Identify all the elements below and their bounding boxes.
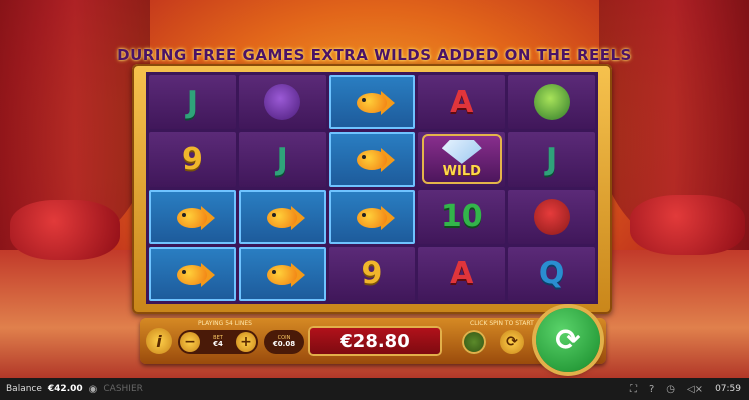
goldfish-icon bbox=[349, 144, 395, 174]
goldfish-icon bbox=[349, 202, 395, 232]
goldfish-symbol bbox=[328, 132, 416, 187]
spin-hint: CLICK SPIN TO START bbox=[470, 320, 534, 327]
symbol-9: 9 bbox=[328, 246, 416, 301]
sound-icon[interactable]: ◁× bbox=[687, 384, 703, 395]
goldfish-icon bbox=[169, 202, 216, 232]
symbol-j: J bbox=[238, 132, 326, 187]
bird-icon bbox=[264, 84, 301, 121]
coin-display[interactable]: COIN €0.08 bbox=[264, 330, 304, 354]
control-bar: i PLAYING 54 LINES − BET €4 + COIN €0.08… bbox=[140, 308, 606, 372]
butterfly-symbol bbox=[508, 75, 595, 130]
pillow-left bbox=[10, 200, 120, 260]
symbol-label: 9 bbox=[361, 256, 383, 292]
bet-control: − BET €4 + bbox=[178, 330, 258, 354]
symbol-label: A bbox=[450, 256, 474, 292]
bet-value: €4 bbox=[213, 340, 223, 348]
symbol-label: Q bbox=[538, 256, 565, 292]
goldfish-symbol bbox=[238, 189, 326, 244]
goldfish-icon bbox=[259, 202, 306, 232]
autoplay-button[interactable] bbox=[462, 330, 486, 354]
clock: 07:59 bbox=[715, 384, 741, 394]
goldfish-symbol bbox=[149, 189, 236, 244]
symbol-label: 9 bbox=[181, 141, 203, 177]
symbol-label: J bbox=[186, 84, 198, 120]
fullscreen-icon[interactable]: ⛶ bbox=[630, 384, 637, 395]
playing-lines-label: PLAYING 54 LINES bbox=[198, 320, 252, 327]
symbol-label: J bbox=[546, 141, 558, 177]
parrot-symbol bbox=[508, 189, 595, 244]
coin-value: €0.08 bbox=[272, 340, 296, 348]
balance-value: €42.00 bbox=[47, 384, 83, 394]
parrot-icon bbox=[533, 198, 570, 235]
bird-symbol bbox=[238, 75, 326, 130]
goldfish-icon bbox=[169, 259, 216, 289]
reel-frame: J A 9 J WILD J 10 9 A Q bbox=[132, 64, 612, 314]
win-amount: €28.80 bbox=[308, 326, 442, 356]
bet-decrease-button[interactable]: − bbox=[180, 332, 200, 352]
symbol-a: A bbox=[418, 246, 506, 301]
pillow-right bbox=[630, 195, 745, 255]
symbol-a: A bbox=[418, 75, 506, 130]
turbo-button[interactable]: ⟳ bbox=[500, 330, 524, 354]
goldfish-symbol bbox=[238, 246, 326, 301]
info-button[interactable]: i bbox=[146, 328, 172, 354]
help-icon[interactable]: ? bbox=[649, 384, 654, 395]
bet-display: BET €4 bbox=[213, 336, 223, 348]
symbol-label: 10 bbox=[440, 199, 483, 235]
goldfish-icon bbox=[349, 87, 395, 117]
symbol-label: J bbox=[276, 141, 288, 177]
cashier-link[interactable]: CASHIER bbox=[103, 384, 143, 394]
balance-label: Balance bbox=[6, 384, 42, 394]
promo-headline: DURING FREE GAMES EXTRA WILDS ADDED ON T… bbox=[117, 46, 632, 64]
diamond-icon bbox=[441, 139, 482, 164]
goldfish-icon bbox=[259, 259, 306, 289]
wild-label: WILD bbox=[442, 163, 481, 179]
bet-increase-button[interactable]: + bbox=[236, 332, 256, 352]
reel-grid: J A 9 J WILD J 10 9 A Q bbox=[146, 72, 598, 304]
wild-symbol: WILD bbox=[418, 132, 506, 187]
goldfish-symbol bbox=[328, 189, 416, 244]
butterfly-icon bbox=[533, 84, 570, 121]
symbol-q: Q bbox=[508, 246, 595, 301]
symbol-9: 9 bbox=[149, 132, 236, 187]
history-icon[interactable]: ◷ bbox=[666, 384, 675, 395]
cashier-icon: ◉ bbox=[88, 383, 98, 395]
symbol-j: J bbox=[149, 75, 236, 130]
symbol-label: A bbox=[450, 84, 474, 120]
goldfish-symbol bbox=[328, 75, 416, 130]
symbol-j: J bbox=[508, 132, 595, 187]
status-bar: Balance €42.00 ◉ CASHIER ⛶ ? ◷ ◁× 07:59 bbox=[0, 378, 749, 400]
spin-button[interactable]: ⟳ bbox=[536, 308, 600, 372]
symbol-10: 10 bbox=[418, 189, 506, 244]
goldfish-symbol bbox=[149, 246, 236, 301]
